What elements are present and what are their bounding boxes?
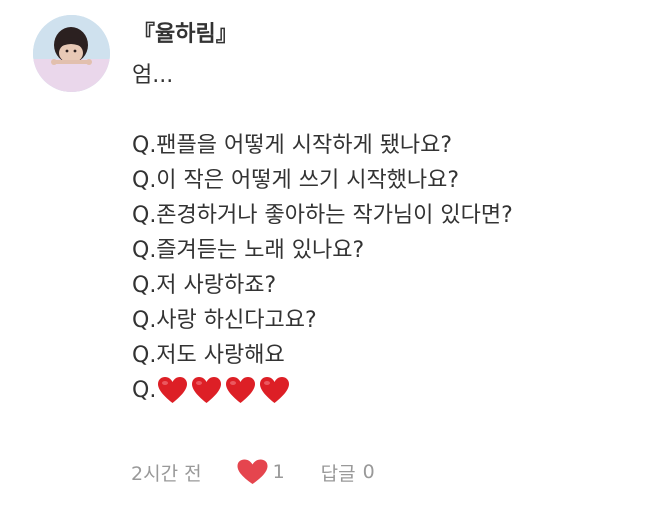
comment-line: Q.존경하거나 좋아하는 작가님이 있다면?	[132, 203, 513, 228]
comment-line-hearts: Q.	[132, 373, 632, 408]
heart-icon[interactable]	[236, 458, 269, 486]
comment-line: Q.저 사랑하죠?	[132, 273, 277, 298]
avatar[interactable]	[33, 15, 110, 92]
comment-line: Q.즐겨듣는 노래 있나요?	[132, 238, 365, 263]
reply-button[interactable]: 답글 0	[321, 459, 375, 486]
comment-timestamp: 2시간 전	[131, 462, 202, 485]
comment-line: Q.저도 사랑해요	[132, 343, 285, 368]
heart-emoji-icon	[259, 376, 290, 405]
heart-emoji-icon	[157, 376, 188, 405]
comment-line: 엄...	[132, 63, 174, 88]
like-count: 1	[272, 461, 285, 483]
comment-body: 엄... Q.팬플을 어떻게 시작하게 됐나요? Q.이 작은 어떻게 쓰기 시…	[132, 58, 632, 408]
hearts-line-prefix: Q.	[132, 378, 157, 403]
heart-emoji-icon	[225, 376, 256, 405]
comment-meta: 2시간 전 1 답글 0	[131, 459, 375, 485]
comment-line-blank	[132, 93, 632, 128]
heart-emoji-icon	[191, 376, 222, 405]
like-button[interactable]: 1	[236, 458, 285, 486]
reply-count: 0	[362, 461, 375, 483]
comment-line: Q.팬플을 어떻게 시작하게 됐나요?	[132, 133, 453, 158]
avatar-image	[33, 15, 110, 92]
author-name[interactable]: 『율하림』	[133, 16, 238, 48]
comment-line: Q.이 작은 어떻게 쓰기 시작했나요?	[132, 168, 460, 193]
comment-line: Q.사랑 하신다고요?	[132, 308, 317, 333]
reply-label: 답글	[320, 462, 356, 485]
